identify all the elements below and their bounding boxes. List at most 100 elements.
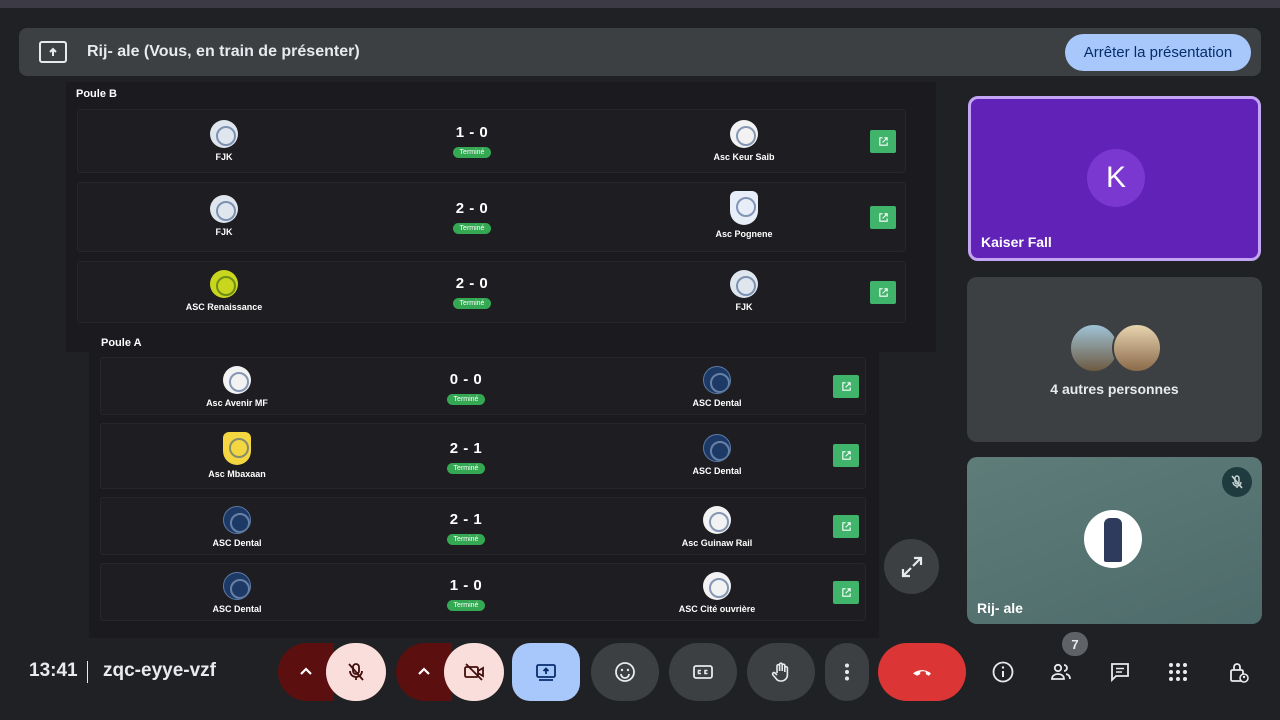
camera-toggle-button[interactable] [444,643,504,701]
avatar: K [1087,149,1145,207]
divider [87,661,88,683]
reactions-button[interactable] [591,643,659,701]
present-screen-icon [536,664,556,681]
participant-name: Rij- ale [977,600,1023,616]
more-vert-icon [845,663,849,681]
chat-button[interactable] [1100,643,1140,701]
info-icon [992,661,1014,683]
open-match-button[interactable] [870,281,896,304]
emoji-icon [615,662,635,682]
home-team-name: ASC Dental [212,538,262,548]
participant-tile-others[interactable]: 4 autres personnes [967,277,1262,442]
score-value: 0 - 0 [449,371,483,388]
open-match-button[interactable] [870,206,896,229]
match-row: Asc Avenir MF 0 - 0 Terminé ASC Dental [100,357,866,415]
team-logo-icon [210,120,238,148]
home-team-name: Asc Mbaxaan [208,469,266,479]
avatar [1084,510,1142,568]
score-value: 2 - 1 [449,511,483,528]
open-match-button[interactable] [833,515,859,538]
activities-button[interactable] [1158,643,1198,701]
away-team-name: Asc Keur Saib [713,152,775,162]
captions-icon [693,665,713,679]
more-options-button[interactable] [825,643,869,701]
mic-off-icon [348,663,364,681]
status-badge: Terminé [446,534,486,545]
score-value: 1 - 0 [449,577,483,594]
away-team-name: Asc Guinaw Rail [681,538,753,548]
score-value: 1 - 0 [455,124,489,141]
raise-hand-button[interactable] [747,643,815,701]
mic-control [278,643,386,701]
home-team-name: ASC Dental [212,604,262,614]
open-match-button[interactable] [833,375,859,398]
team-logo-icon [703,434,731,462]
home-team: Asc Avenir MF [157,366,317,408]
participant-tile-self[interactable]: Rij- ale [967,457,1262,624]
team-logo-icon [703,572,731,600]
away-team-name: FJK [735,302,753,312]
open-match-button[interactable] [833,581,859,604]
window-top-strip [0,0,1280,8]
apps-grid-icon [1169,663,1187,681]
shared-screen-poule-a: Poule A Asc Avenir MF 0 - 0 Terminé ASC D… [89,333,879,638]
hang-up-icon [913,670,931,676]
home-team-name: Asc Avenir MF [206,398,268,408]
open-match-button[interactable] [833,444,859,467]
external-link-icon [878,213,888,222]
lock-person-icon [1230,663,1249,683]
external-link-icon [841,382,851,391]
stop-presenting-button[interactable]: Arrêter la présentation [1065,34,1251,71]
captions-button[interactable] [669,643,737,701]
team-logo-icon [703,506,731,534]
avatar [1112,323,1162,373]
team-logo-icon [730,270,758,298]
presenting-title: Rij- ale (Vous, en train de présenter) [87,43,360,60]
expand-icon [901,556,922,577]
shared-screen-poule-b: Poule B FJK 1 - 0 Terminé Asc Keur Saib F… [66,82,936,352]
home-team: Asc Mbaxaan [157,432,317,479]
away-team: ASC Cité ouvrière [637,572,797,614]
camera-control [396,643,504,701]
status-badge: Terminé [446,394,486,405]
score-value: 2 - 1 [449,440,483,457]
team-logo-icon [210,195,238,223]
participant-tile-kaiser[interactable]: K Kaiser Fall [968,96,1261,261]
people-count-badge: 7 [1062,632,1088,656]
score-value: 2 - 0 [455,275,489,292]
chat-icon [1111,663,1129,683]
present-button[interactable] [512,643,580,701]
expand-button[interactable] [884,539,939,594]
chevron-up-icon [300,667,312,675]
match-row: ASC Renaissance 2 - 0 Terminé FJK [77,261,906,323]
away-team: Asc Keur Saib [664,120,824,162]
home-team-name: ASC Renaissance [185,302,263,312]
mic-off-icon [1222,467,1252,497]
team-logo-icon [223,572,251,600]
meeting-info-button[interactable] [983,643,1023,701]
match-score: 2 - 0 Terminé [422,200,522,235]
team-logo-icon [210,270,238,298]
presenting-banner: Rij- ale (Vous, en train de présenter) A… [19,28,1261,76]
team-logo-icon [730,191,758,225]
match-row: ASC Dental 2 - 1 Terminé Asc Guinaw Rail [100,497,866,555]
meeting-code: zqc-eyye-vzf [103,660,216,681]
meeting-time: 13:41 [29,660,78,681]
people-icon [1051,663,1071,680]
match-score: 0 - 0 Terminé [416,371,516,406]
poule-a-label: Poule A [101,337,142,349]
open-match-button[interactable] [870,130,896,153]
match-row: Asc Mbaxaan 2 - 1 Terminé ASC Dental [100,423,866,489]
external-link-icon [841,451,851,460]
home-team-name: FJK [215,152,233,162]
leave-call-button[interactable] [878,643,966,701]
host-controls-button[interactable] [1218,643,1258,701]
match-score: 1 - 0 Terminé [422,124,522,159]
raise-hand-icon [771,662,789,682]
away-team: ASC Dental [637,434,797,476]
mic-toggle-button[interactable] [326,643,386,701]
match-row: FJK 1 - 0 Terminé Asc Keur Saib [77,109,906,173]
match-score: 2 - 1 Terminé [416,440,516,475]
team-logo-icon [703,366,731,394]
team-logo-icon [223,432,251,465]
